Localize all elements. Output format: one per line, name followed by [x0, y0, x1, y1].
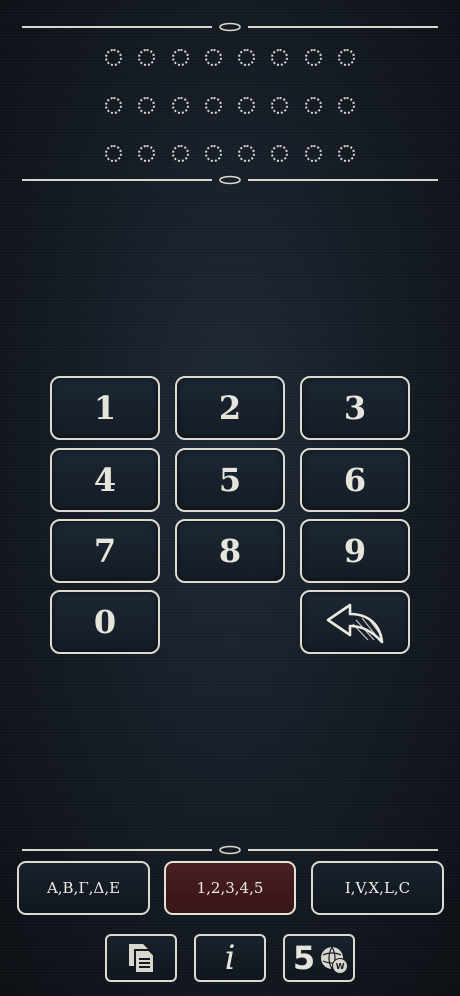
greek-numerals-button[interactable]: Α,Β,Γ,Δ,Ε: [17, 861, 150, 915]
empty-slot: [138, 145, 156, 162]
bottom-ornament-divider: [22, 845, 438, 855]
number-language-button[interactable]: 5 W: [283, 934, 355, 982]
backspace-button[interactable]: [300, 590, 410, 654]
arabic-numerals-button[interactable]: 1,2,3,4,5: [164, 861, 296, 915]
symbol-display: [105, 46, 355, 190]
key-6[interactable]: 6: [300, 448, 410, 512]
empty-slot: [271, 49, 289, 66]
roman-numerals-button[interactable]: I,V,X,L,C: [311, 861, 444, 915]
key-3[interactable]: 3: [300, 376, 410, 440]
top-ornament-divider: [22, 22, 438, 32]
display-ornament-divider: [22, 175, 438, 185]
globe-badge: W: [332, 958, 349, 974]
empty-slot: [204, 49, 222, 66]
empty-slot: [238, 145, 256, 162]
copy-icon: [129, 944, 155, 974]
empty-slot: [204, 97, 222, 114]
display-row: [105, 94, 355, 117]
key-1[interactable]: 1: [50, 376, 160, 440]
info-button[interactable]: i: [194, 934, 266, 982]
empty-slot: [304, 49, 322, 66]
empty-slot: [171, 97, 189, 114]
empty-slot: [204, 145, 222, 162]
empty-slot: [238, 49, 256, 66]
key-7[interactable]: 7: [50, 519, 160, 583]
info-icon: i: [224, 938, 236, 978]
empty-slot: [304, 97, 322, 114]
key-5[interactable]: 5: [175, 448, 285, 512]
key-0[interactable]: 0: [50, 590, 160, 654]
key-8[interactable]: 8: [175, 519, 285, 583]
key-4[interactable]: 4: [50, 448, 160, 512]
empty-slot: [105, 145, 122, 162]
number-label: 5: [292, 939, 316, 977]
copy-button[interactable]: [105, 934, 177, 982]
empty-slot: [138, 97, 156, 114]
empty-slot: [304, 145, 322, 162]
key-9[interactable]: 9: [300, 519, 410, 583]
empty-slot: [337, 49, 355, 66]
empty-slot: [337, 145, 355, 162]
undo-arrow-icon: [326, 603, 384, 644]
globe-icon: W: [319, 945, 349, 974]
empty-slot: [271, 97, 289, 114]
empty-slot: [171, 49, 189, 66]
empty-slot: [337, 97, 355, 114]
display-row: [105, 142, 355, 165]
empty-slot: [271, 145, 289, 162]
empty-slot: [105, 97, 122, 114]
empty-slot: [238, 97, 256, 114]
empty-slot: [171, 145, 189, 162]
display-row: [105, 46, 355, 69]
key-2[interactable]: 2: [175, 376, 285, 440]
empty-slot: [105, 49, 122, 66]
empty-slot: [138, 49, 156, 66]
